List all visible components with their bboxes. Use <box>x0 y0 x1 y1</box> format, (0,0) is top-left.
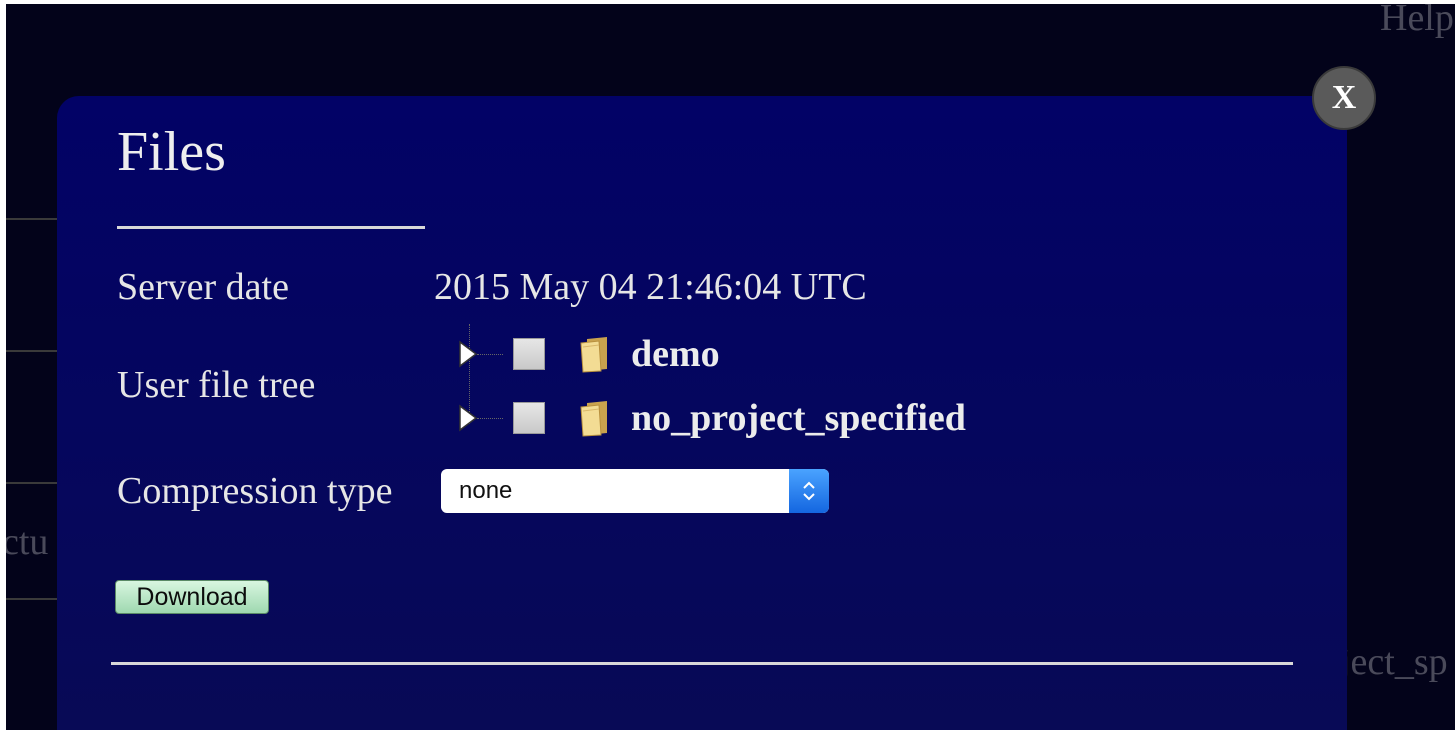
expand-arrow-icon[interactable] <box>457 339 479 369</box>
tree-connector <box>477 417 503 419</box>
tree-node-no-project-specified[interactable]: no_project_specified <box>457 396 966 440</box>
title-divider <box>117 226 425 229</box>
download-button[interactable]: Download <box>115 580 269 614</box>
dialog-title: Files <box>117 121 226 183</box>
folder-icon <box>577 335 613 373</box>
background-text-fragment: ctu <box>6 521 49 563</box>
files-dialog: Files Server date 2015 May 04 21:46:04 U… <box>57 96 1347 730</box>
bottom-divider <box>111 662 1293 665</box>
tree-connector <box>477 353 503 355</box>
compression-type-select[interactable]: none <box>441 469 829 513</box>
background-help-link[interactable]: Help <box>1380 4 1454 40</box>
select-chevron-icon[interactable] <box>789 469 829 513</box>
tree-node-checkbox[interactable] <box>513 338 545 370</box>
screen: Help ctu ject_sp Files Server date 2015 … <box>6 4 1455 730</box>
tree-node-label[interactable]: no_project_specified <box>631 399 966 437</box>
background-text-fragment: ject_sp <box>1340 641 1448 683</box>
compression-type-value: none <box>459 477 513 504</box>
close-button[interactable]: X <box>1312 66 1376 130</box>
tree-node-demo[interactable]: demo <box>457 332 720 376</box>
file-tree-label: User file tree <box>117 364 316 406</box>
tree-node-label[interactable]: demo <box>631 335 720 373</box>
server-date-label: Server date <box>117 266 289 308</box>
expand-arrow-icon[interactable] <box>457 403 479 433</box>
folder-icon <box>577 399 613 437</box>
server-date-value: 2015 May 04 21:46:04 UTC <box>434 266 867 308</box>
tree-node-checkbox[interactable] <box>513 402 545 434</box>
compression-type-label: Compression type <box>117 470 393 512</box>
